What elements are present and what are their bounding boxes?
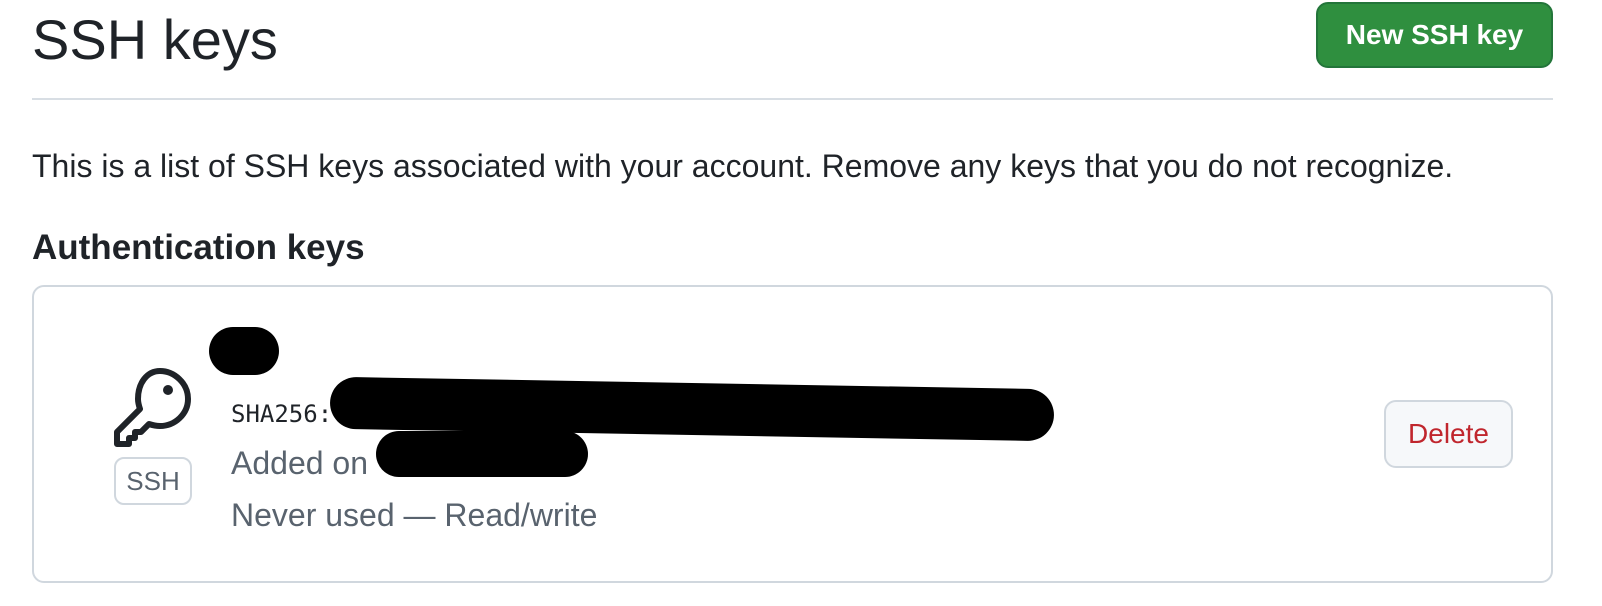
ssh-type-badge: SSH — [114, 457, 192, 505]
key-fingerprint: SHA256: — [231, 397, 332, 431]
delete-key-button[interactable]: Delete — [1384, 400, 1513, 468]
ssh-keys-description: This is a list of SSH keys associated wi… — [32, 148, 1454, 184]
ssh-key-list-item: SSH SHA256: Added on Never used — Read/w… — [32, 285, 1553, 583]
redacted-key-title — [209, 327, 279, 375]
new-ssh-key-button[interactable]: New SSH key — [1316, 2, 1553, 68]
key-icon — [112, 365, 194, 447]
redacted-added-date — [376, 431, 588, 477]
key-added-date: Added on — [231, 442, 368, 484]
fingerprint-prefix: SHA256: — [231, 400, 333, 428]
page-header: SSH keys New SSH key — [32, 0, 1553, 100]
added-prefix: Added on — [231, 445, 369, 481]
key-usage-status: Never used — Read/write — [231, 497, 598, 533]
ssh-keys-page: SSH keys New SSH key This is a list of S… — [0, 0, 1602, 606]
authentication-keys-heading: Authentication keys — [32, 228, 365, 267]
page-title: SSH keys — [32, 8, 278, 71]
